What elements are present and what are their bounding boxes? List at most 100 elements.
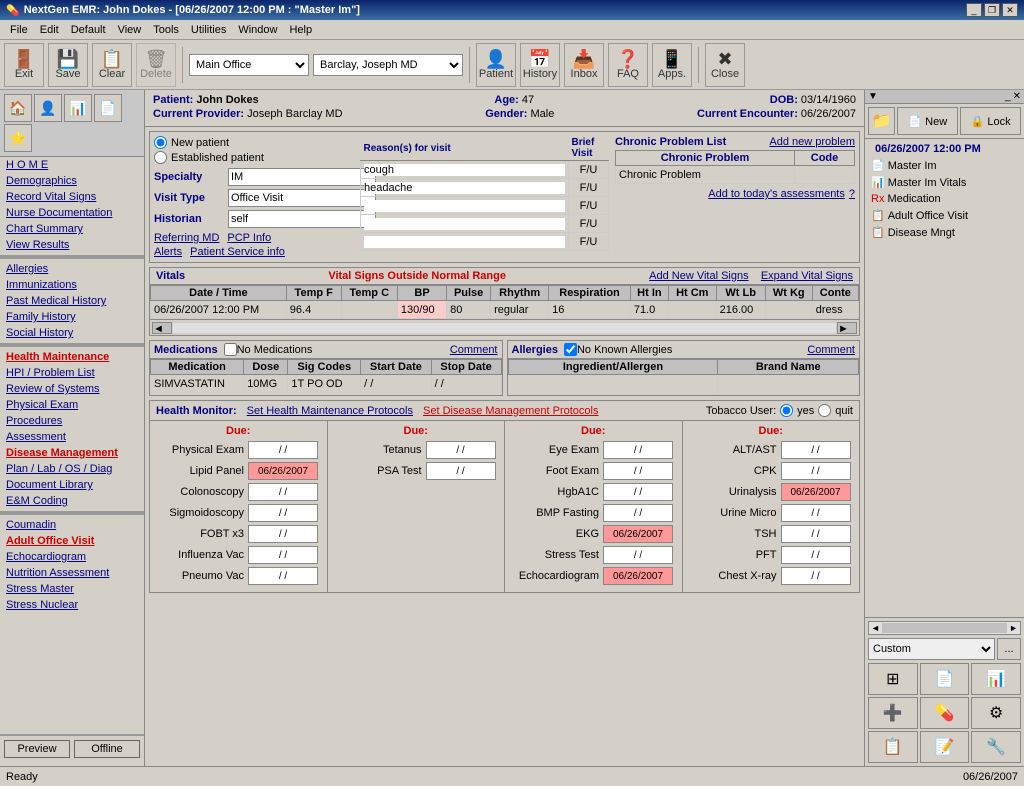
fr-grid-btn-4[interactable]: ➕ bbox=[868, 697, 918, 729]
specialty-input[interactable] bbox=[228, 168, 376, 186]
fr-grid-btn-3[interactable]: 📊 bbox=[971, 663, 1021, 695]
fr-grid-btn-1[interactable]: ⊞ bbox=[868, 663, 918, 695]
inbox-button[interactable]: 📥 Inbox bbox=[564, 43, 604, 87]
referring-md-link[interactable]: Referring MD bbox=[154, 232, 219, 244]
fr-grid-btn-6[interactable]: ⚙ bbox=[971, 697, 1021, 729]
hm-colon-value[interactable]: / / bbox=[248, 483, 318, 501]
new-patient-radio[interactable] bbox=[154, 136, 167, 149]
fr-grid-btn-9[interactable]: 🔧 bbox=[971, 731, 1021, 763]
sidebar-item-health-maintenance[interactable]: Health Maintenance bbox=[0, 349, 144, 365]
reason-input-2[interactable] bbox=[364, 182, 565, 194]
menu-tools[interactable]: Tools bbox=[147, 22, 185, 38]
sidebar-item-social-history[interactable]: Social History bbox=[0, 325, 144, 341]
offline-button[interactable]: Offline bbox=[74, 740, 140, 758]
reason-input-5[interactable] bbox=[364, 236, 565, 248]
sidebar-item-immunizations[interactable]: Immunizations bbox=[0, 277, 144, 293]
sidebar-item-stress-master[interactable]: Stress Master bbox=[0, 581, 144, 597]
sidebar-item-demographics[interactable]: Demographics bbox=[0, 173, 144, 189]
hm-pneu-value[interactable]: / / bbox=[248, 567, 318, 585]
pcp-info-link[interactable]: PCP Info bbox=[227, 232, 271, 244]
hm-alt-value[interactable]: / / bbox=[781, 441, 851, 459]
tree-item-medication[interactable]: Rx Medication bbox=[867, 191, 1022, 207]
menu-window[interactable]: Window bbox=[232, 22, 283, 38]
save-button[interactable]: 💾 Save bbox=[48, 43, 88, 87]
sidebar-item-assessment[interactable]: Assessment bbox=[0, 429, 144, 445]
nav-icon-home[interactable]: 🏠 bbox=[4, 94, 32, 122]
hm-stress-value[interactable]: / / bbox=[603, 546, 673, 564]
menu-default[interactable]: Default bbox=[65, 22, 112, 38]
fr-scroll-left[interactable]: ◄ bbox=[869, 623, 882, 633]
sidebar-item-procedures[interactable]: Procedures bbox=[0, 413, 144, 429]
hm-pft-value[interactable]: / / bbox=[781, 546, 851, 564]
patient-service-link[interactable]: Patient Service info bbox=[190, 246, 285, 258]
nav-icon-person[interactable]: 👤 bbox=[34, 94, 62, 122]
sidebar-item-document-library[interactable]: Document Library bbox=[0, 477, 144, 493]
add-problem-link[interactable]: Add new problem bbox=[769, 136, 855, 148]
tobacco-yes-radio[interactable] bbox=[780, 404, 793, 417]
vitals-scrollbar[interactable]: ◄ ► bbox=[150, 319, 859, 335]
sidebar-item-review-systems[interactable]: Review of Systems bbox=[0, 381, 144, 397]
hm-protocol2-link[interactable]: Set Disease Management Protocols bbox=[423, 405, 598, 417]
hm-um-value[interactable]: / / bbox=[781, 504, 851, 522]
hm-protocol1-link[interactable]: Set Health Maintenance Protocols bbox=[247, 405, 413, 417]
sidebar-item-view-results[interactable]: View Results bbox=[0, 237, 144, 253]
sidebar-item-echo[interactable]: Echocardiogram bbox=[0, 549, 144, 565]
restore-btn[interactable]: ❐ bbox=[984, 3, 1000, 17]
add-assessment-link[interactable]: Add to today's assessments bbox=[708, 188, 845, 200]
hm-echo-value[interactable]: 06/26/2007 bbox=[603, 567, 673, 585]
hm-cpk-value[interactable]: / / bbox=[781, 462, 851, 480]
minimize-btn[interactable]: _ bbox=[966, 3, 982, 17]
tree-item-adult-office[interactable]: 📋 Adult Office Visit bbox=[867, 207, 1022, 224]
fr-min-btn[interactable]: _ bbox=[1005, 91, 1011, 102]
hm-eye-value[interactable]: / / bbox=[603, 441, 673, 459]
fr-grid-btn-2[interactable]: 📄 bbox=[920, 663, 970, 695]
expand-vitals-link[interactable]: Expand Vital Signs bbox=[761, 270, 853, 282]
patient-button[interactable]: 👤 Patient bbox=[476, 43, 516, 87]
help-link[interactable]: ? bbox=[849, 188, 855, 200]
fr-grid-btn-7[interactable]: 📋 bbox=[868, 731, 918, 763]
sidebar-item-plan-lab[interactable]: Plan / Lab / OS / Diag bbox=[0, 461, 144, 477]
tree-item-disease-mngt[interactable]: 📋 Disease Mngt bbox=[867, 224, 1022, 241]
delete-button[interactable]: 🗑 Delete bbox=[136, 43, 176, 87]
add-vitals-link[interactable]: Add New Vital Signs bbox=[649, 270, 748, 282]
sidebar-item-hpi[interactable]: HPI / Problem List bbox=[0, 365, 144, 381]
hm-psa-value[interactable]: / / bbox=[426, 462, 496, 480]
hm-ekg-value[interactable]: 06/26/2007 bbox=[603, 525, 673, 543]
fr-custom-select[interactable]: Custom bbox=[868, 638, 995, 660]
provider-select[interactable]: Barclay, Joseph MD bbox=[313, 54, 463, 76]
tree-item-master-im[interactable]: 📄 Master Im bbox=[867, 157, 1022, 174]
tobacco-quit-radio[interactable] bbox=[818, 404, 831, 417]
sidebar-item-stress-nuclear[interactable]: Stress Nuclear bbox=[0, 597, 144, 613]
sidebar-item-home[interactable]: H O M E bbox=[0, 157, 144, 173]
scroll-left-btn[interactable]: ◄ bbox=[152, 322, 172, 334]
fr-scrollbar[interactable]: ◄ ► bbox=[868, 621, 1021, 635]
hm-pe-value[interactable]: / / bbox=[248, 441, 318, 459]
fr-close-btn[interactable]: ✕ bbox=[1013, 91, 1021, 102]
visit-type-input[interactable] bbox=[228, 189, 376, 207]
fr-grid-btn-8[interactable]: 📝 bbox=[920, 731, 970, 763]
scroll-right-btn[interactable]: ► bbox=[837, 322, 857, 334]
sidebar-item-disease-management[interactable]: Disease Management bbox=[0, 445, 144, 461]
fr-ellipsis-btn[interactable]: ... bbox=[997, 638, 1021, 660]
fao-button[interactable]: ❓ FAQ bbox=[608, 43, 648, 87]
hm-foot-value[interactable]: / / bbox=[603, 462, 673, 480]
fr-new-button[interactable]: 📄 New bbox=[897, 107, 958, 135]
sidebar-item-allergies[interactable]: Allergies bbox=[0, 261, 144, 277]
sidebar-item-adult-office[interactable]: Adult Office Visit bbox=[0, 533, 144, 549]
fr-scroll-right[interactable]: ► bbox=[1007, 623, 1020, 633]
fr-lock-button[interactable]: 🔒 Lock bbox=[960, 107, 1021, 135]
nav-icon-chart[interactable]: 📊 bbox=[64, 94, 92, 122]
sidebar-item-em-coding[interactable]: E&M Coding bbox=[0, 493, 144, 509]
menu-view[interactable]: View bbox=[112, 22, 148, 38]
hm-inf-value[interactable]: / / bbox=[248, 546, 318, 564]
window-controls[interactable]: _ ❐ ✕ bbox=[966, 3, 1018, 17]
menu-help[interactable]: Help bbox=[283, 22, 318, 38]
sidebar-item-nurse-doc[interactable]: Nurse Documentation bbox=[0, 205, 144, 221]
office-select[interactable]: Main Office bbox=[189, 54, 309, 76]
alerts-link[interactable]: Alerts bbox=[154, 246, 182, 258]
sidebar-item-vital-signs[interactable]: Record Vital Signs bbox=[0, 189, 144, 205]
established-patient-radio[interactable] bbox=[154, 151, 167, 164]
fr-grid-btn-5[interactable]: 💊 bbox=[920, 697, 970, 729]
menu-utilities[interactable]: Utilities bbox=[185, 22, 232, 38]
history-button[interactable]: 📅 History bbox=[520, 43, 560, 87]
